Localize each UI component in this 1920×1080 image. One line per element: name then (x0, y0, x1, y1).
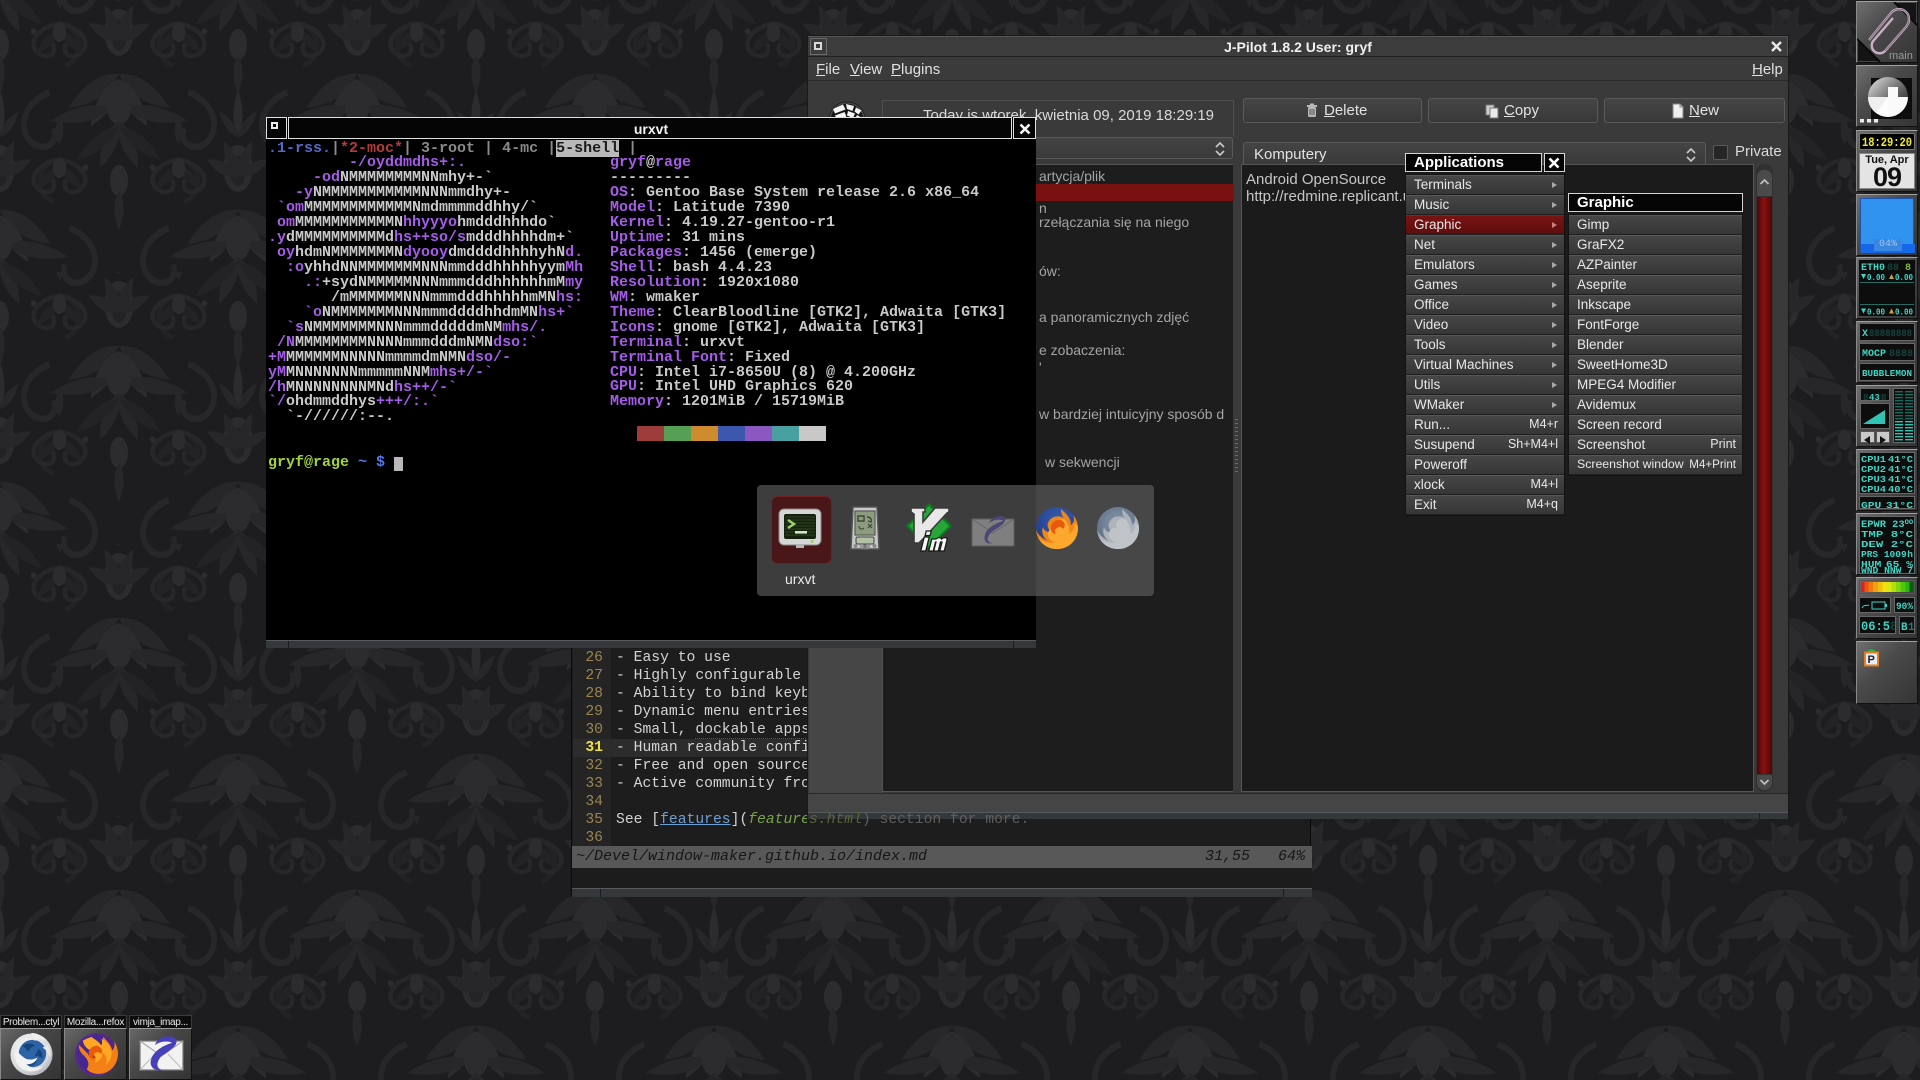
svg-text:MOCP: MOCP (1862, 349, 1886, 360)
svg-text:P: P (1868, 654, 1875, 666)
svg-text:CPU4 40°C: CPU4 40°C (1861, 484, 1913, 493)
svg-text:0.00: 0.00 (1867, 273, 1885, 283)
svg-text:90%: 90% (1896, 602, 1913, 612)
svg-text:0.00: 0.00 (1895, 273, 1913, 283)
svg-text:X: X (1862, 329, 1868, 340)
svg-text:0.00: 0.00 (1895, 308, 1913, 317)
svg-text:06:5: 06:5 (1861, 619, 1890, 633)
svg-text:8: 8 (1890, 619, 1895, 633)
svg-text:8: 8 (1863, 393, 1868, 402)
svg-text:GPU 31°C: GPU 31°C (1861, 500, 1913, 510)
svg-text:8: 8 (1881, 393, 1886, 402)
svg-text:main: main (1889, 50, 1913, 62)
svg-text:0.00: 0.00 (1867, 308, 1885, 317)
svg-text:8888: 8888 (1889, 349, 1913, 360)
svg-text:43: 43 (1869, 393, 1880, 402)
svg-text:B: B (1901, 622, 1908, 633)
svg-text:BUBBLEMON: BUBBLEMON (1862, 369, 1912, 379)
svg-text:1: 1 (1908, 622, 1914, 633)
svg-text:WND NNW 7: WND NNW 7 (1861, 565, 1913, 573)
svg-text:88888888: 88888888 (1869, 329, 1912, 340)
svg-text:18:29:20: 18:29:20 (1862, 135, 1912, 149)
